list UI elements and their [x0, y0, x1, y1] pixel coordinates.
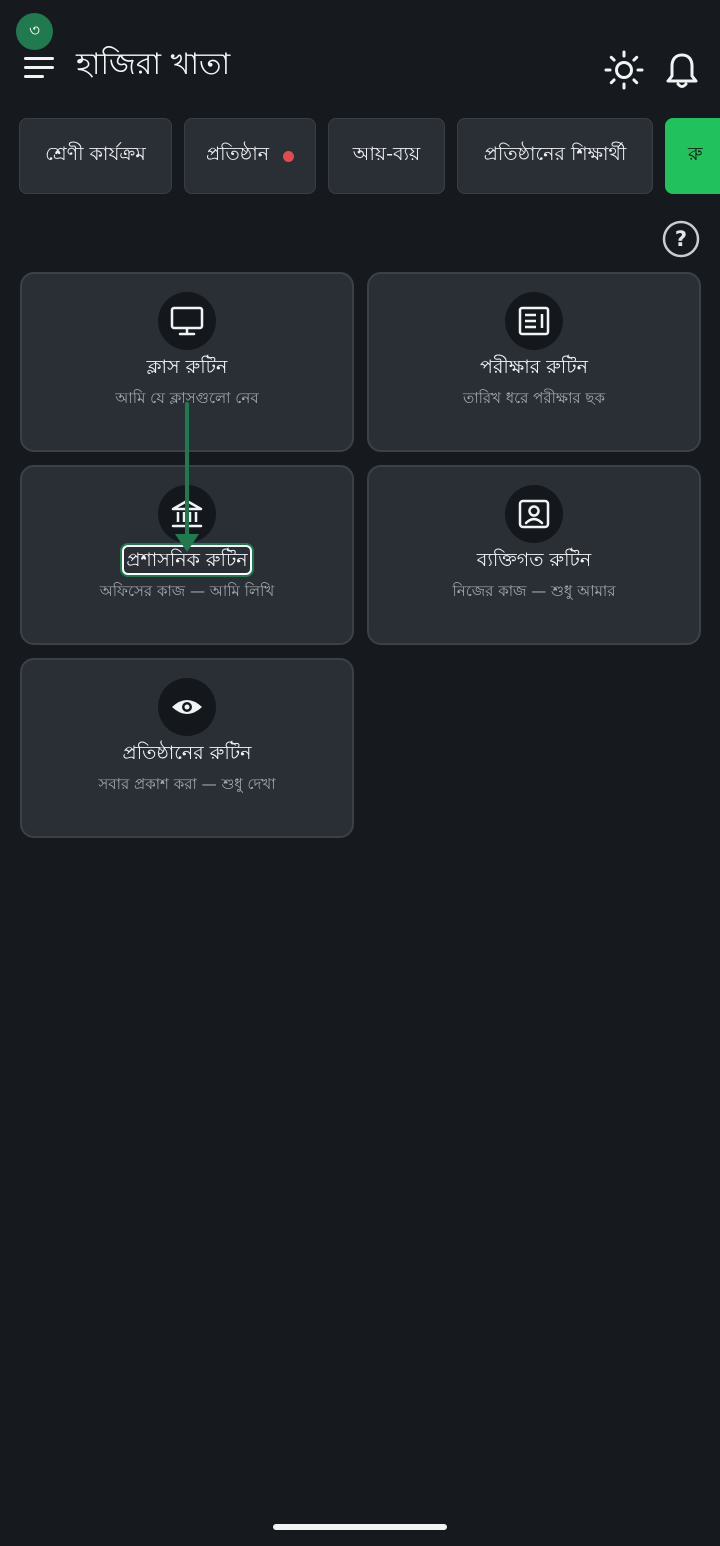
card-icon-badge: [505, 292, 563, 350]
tutorial-arrow-icon: [175, 402, 199, 552]
card-subtitle: তারিখ ধরে পরীক্ষার ছক: [462, 389, 606, 407]
card-subtitle: নিজের কাজ — শুধু আমার: [452, 582, 616, 600]
help-icon[interactable]: ?: [662, 220, 700, 258]
tab-label: শ্রেণী কার্যক্রম: [45, 143, 146, 165]
card-icon-badge: [505, 485, 563, 543]
card-personal-routine[interactable]: ব্যক্তিগত রুটিন নিজের কাজ — শুধু আমার: [367, 465, 701, 645]
eye-icon: [172, 700, 202, 714]
card-title: প্রতিষ্ঠানের রুটিন: [22, 740, 352, 766]
app-title: হাজিরা খাতা: [76, 47, 231, 82]
menu-icon[interactable]: [24, 57, 54, 79]
tab-institution[interactable]: প্রতিষ্ঠান: [184, 118, 316, 194]
tab-label: রু: [688, 143, 703, 165]
card-title-text: পরীক্ষার রুটিন: [480, 356, 588, 378]
monitor-icon: [170, 306, 204, 336]
card-subtitle: অফিসের কাজ — আমি লিখি: [99, 582, 275, 600]
theme-toggle-sun-icon[interactable]: [604, 50, 644, 90]
card-title: ক্লাস রুটিন: [22, 354, 352, 380]
tab-label: প্রতিষ্ঠানের শিক্ষার্থী: [483, 143, 627, 165]
card-title: পরীক্ষার রুটিন: [369, 354, 699, 380]
card-icon-badge: [158, 678, 216, 736]
card-institution-routine[interactable]: প্রতিষ্ঠানের রুটিন সবার প্রকাশ করা — শুধ…: [20, 658, 354, 838]
card-title-text: ব্যক্তিগত রুটিন: [476, 549, 592, 571]
home-indicator[interactable]: [273, 1524, 447, 1530]
card-icon-badge: [158, 292, 216, 350]
tab-institution-students[interactable]: প্রতিষ্ঠানের শিক্ষার্থী: [457, 118, 653, 194]
top-tab-bar: শ্রেণী কার্যক্রম প্রতিষ্ঠান আয়-ব্যয় প্…: [19, 118, 720, 196]
card-title-text: ক্লাস রুটিন: [146, 356, 228, 378]
card-exam-routine[interactable]: পরীক্ষার রুটিন তারিখ ধরে পরীক্ষার ছক: [367, 272, 701, 452]
tab-class-activity[interactable]: শ্রেণী কার্যক্রম: [19, 118, 172, 194]
tab-routine[interactable]: রু: [665, 118, 720, 194]
card-title: ব্যক্তিগত রুটিন: [369, 547, 699, 573]
notification-dot: [283, 150, 295, 162]
newspaper-icon: [518, 306, 550, 336]
card-subtitle: সবার প্রকাশ করা — শুধু দেখা: [98, 775, 276, 793]
tab-label: আয়-ব্যয়: [352, 143, 421, 165]
notification-bell-icon[interactable]: [664, 50, 700, 90]
step-badge: ৩: [16, 13, 53, 50]
tab-label: প্রতিষ্ঠান: [205, 143, 270, 165]
tab-income-expense[interactable]: আয়-ব্যয়: [328, 118, 445, 194]
card-title-text: প্রতিষ্ঠানের রুটিন: [122, 742, 252, 764]
svg-text:?: ?: [675, 227, 687, 251]
person-card-icon: [518, 499, 550, 529]
